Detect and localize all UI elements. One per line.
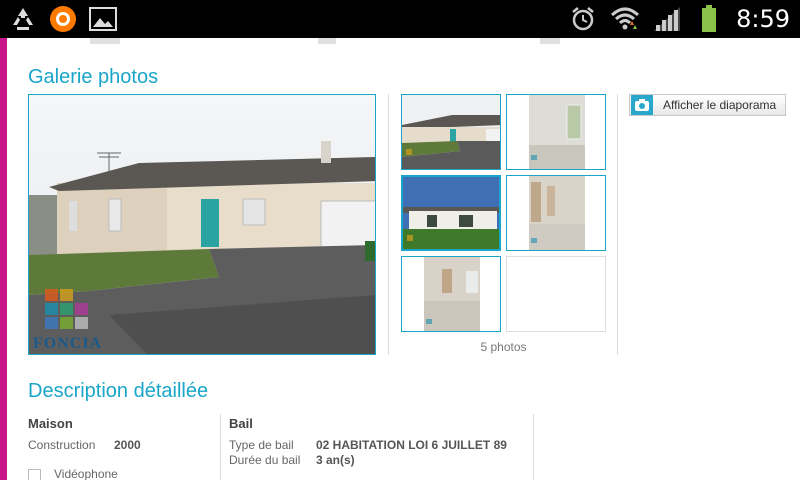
description-divider <box>533 414 534 480</box>
slideshow-button[interactable]: Afficher le diaporama <box>629 94 786 116</box>
gallery-divider <box>617 94 618 355</box>
type-bail-label: Type de bail <box>229 438 294 452</box>
thumbnail-3[interactable] <box>401 175 501 251</box>
thumbnail-1[interactable] <box>401 94 501 170</box>
thumbnail-4[interactable] <box>506 175 606 251</box>
type-bail-value: 02 HABITATION LOI 6 JUILLET 89 <box>316 438 507 452</box>
construction-label: Construction <box>28 438 96 452</box>
clipped-text <box>90 38 120 44</box>
thumbnail-5[interactable] <box>401 256 501 332</box>
description-title: Description détaillée <box>28 380 209 402</box>
foncia-watermark: FONCIA <box>33 335 103 352</box>
thumbnail-2[interactable] <box>506 94 606 170</box>
slideshow-label: Afficher le diaporama <box>663 98 777 112</box>
side-accent-bar <box>0 38 7 480</box>
camera-icon <box>631 95 653 115</box>
status-bar: 8:59 <box>0 0 800 38</box>
signal-icon <box>652 4 682 34</box>
main-photo[interactable]: FONCIA <box>28 94 376 355</box>
duree-bail-label: Durée du bail <box>229 453 301 467</box>
gallery-divider <box>388 94 389 355</box>
web-page: Galerie photos FONCIA 5 photos Afficher … <box>0 38 800 480</box>
battery-icon <box>694 4 724 34</box>
maison-heading: Maison <box>28 416 73 431</box>
bail-heading: Bail <box>229 416 253 431</box>
clipped-text <box>540 38 560 44</box>
orange-app-icon <box>48 4 78 34</box>
photo-count: 5 photos <box>480 340 527 354</box>
alarm-icon <box>568 4 598 34</box>
duree-bail-value: 3 an(s) <box>316 453 355 467</box>
thumbnail-empty <box>506 256 606 332</box>
recycle-icon <box>8 4 38 34</box>
construction-value: 2000 <box>114 438 141 452</box>
videophone-checkbox <box>28 469 41 480</box>
wifi-icon <box>610 4 640 34</box>
clipped-text <box>318 38 336 44</box>
description-divider <box>220 414 221 480</box>
gallery-icon <box>88 4 118 34</box>
videophone-label: Vidéophone <box>54 467 118 480</box>
clock: 8:59 <box>736 5 790 33</box>
gallery-title: Galerie photos <box>28 66 159 88</box>
